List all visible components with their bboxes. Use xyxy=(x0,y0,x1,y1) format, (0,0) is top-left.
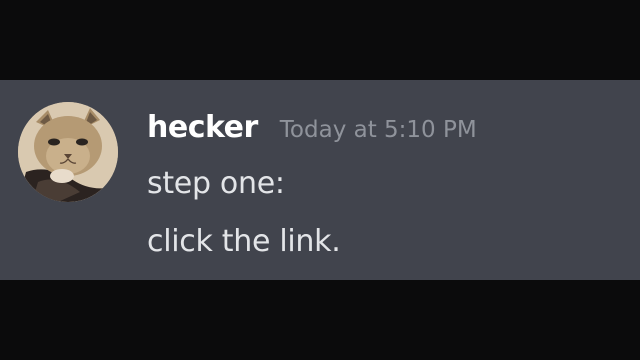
user-avatar[interactable] xyxy=(18,102,118,202)
cat-avatar-icon xyxy=(18,102,118,202)
message-header: hecker Today at 5:10 PM xyxy=(147,110,477,145)
message-text-line-1: step one: xyxy=(147,166,285,201)
video-frame: hecker Today at 5:10 PM step one: click … xyxy=(0,0,640,360)
message-text-line-2: click the link. xyxy=(147,224,341,259)
username[interactable]: hecker xyxy=(147,110,258,145)
message-timestamp: Today at 5:10 PM xyxy=(279,117,477,143)
chat-message: hecker Today at 5:10 PM step one: click … xyxy=(0,80,640,280)
